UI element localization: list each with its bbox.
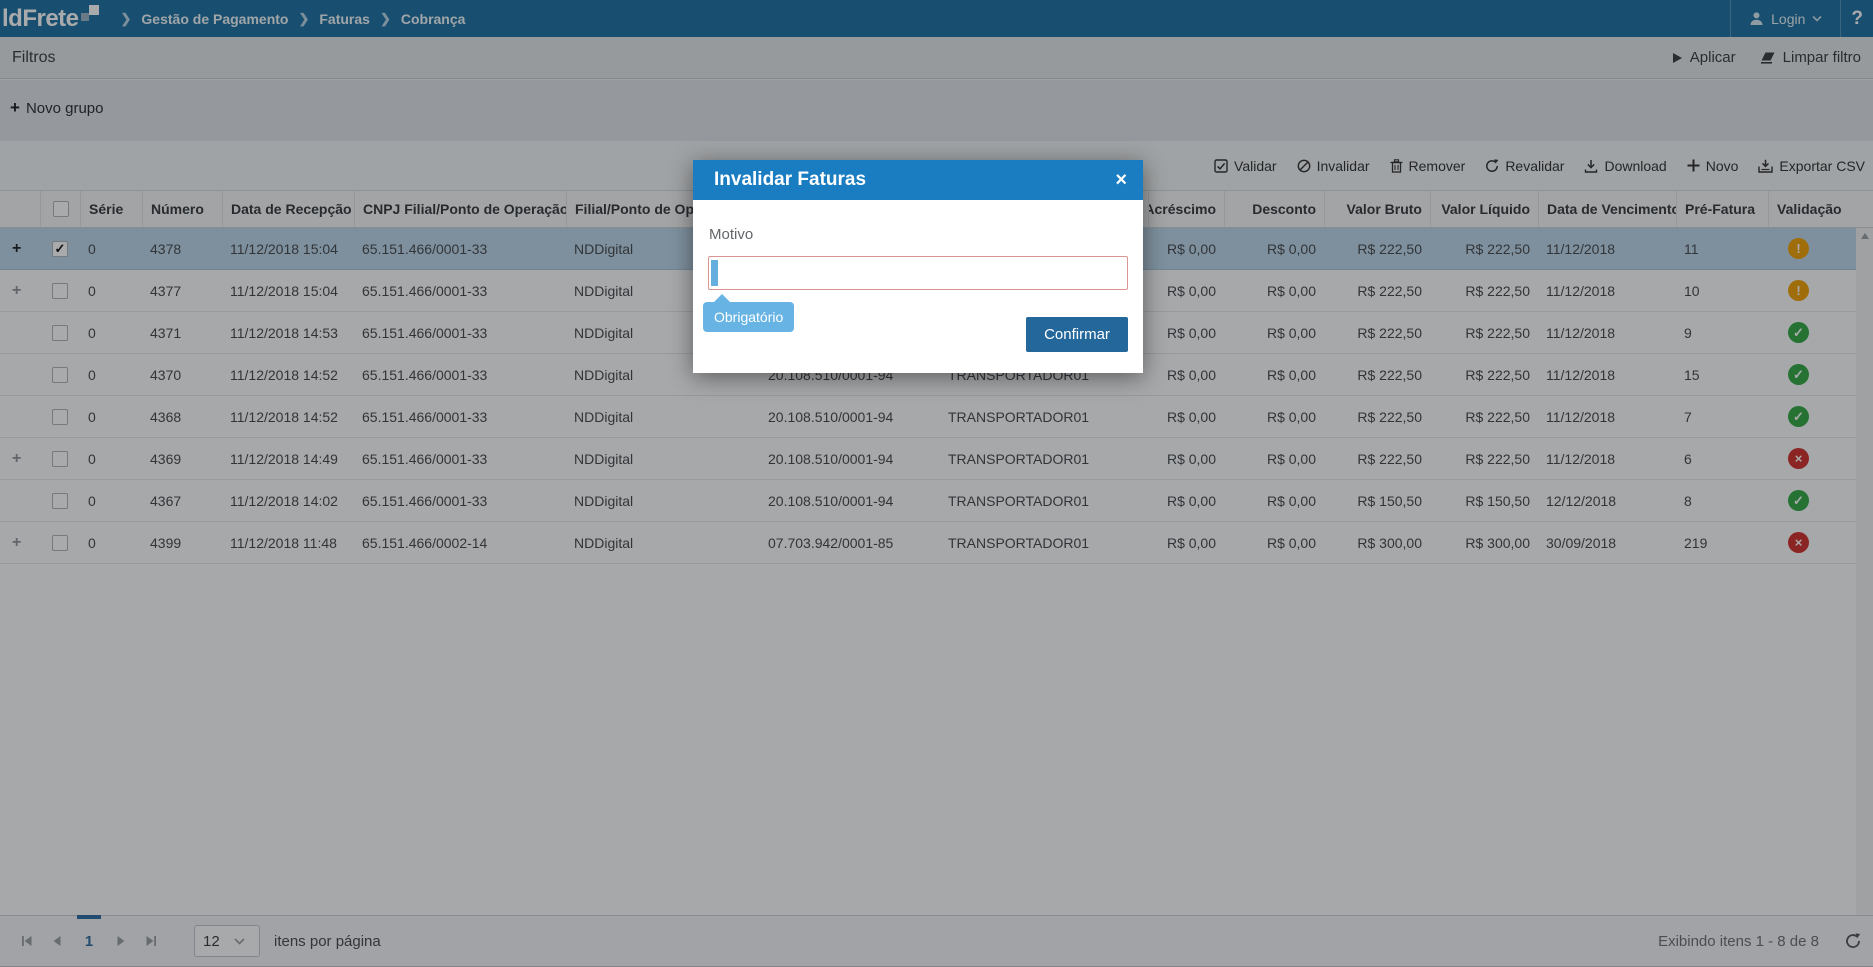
- close-icon[interactable]: ×: [1109, 168, 1133, 192]
- text-caret: [711, 260, 718, 286]
- motivo-input[interactable]: [708, 256, 1128, 290]
- modal-backdrop: [0, 0, 1873, 967]
- modal-title: Invalidar Faturas: [714, 169, 867, 190]
- required-tooltip: Obrigatório: [703, 294, 795, 332]
- confirm-button[interactable]: Confirmar: [1026, 317, 1128, 352]
- invalidate-invoices-modal: Invalidar Faturas × Motivo Obrigatório C…: [693, 160, 1143, 373]
- modal-body: Motivo Obrigatório Confirmar: [693, 200, 1143, 373]
- motivo-label: Motivo: [709, 226, 754, 243]
- modal-header: Invalidar Faturas ×: [693, 160, 1143, 200]
